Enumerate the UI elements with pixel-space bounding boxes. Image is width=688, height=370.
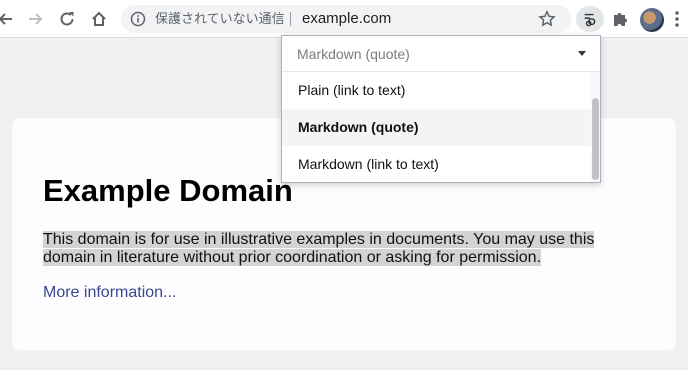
reload-icon[interactable] <box>55 7 79 31</box>
back-arrow-icon[interactable] <box>0 7 18 31</box>
page-description: This domain is for use in illustrative e… <box>43 231 623 267</box>
profile-avatar[interactable] <box>640 8 664 32</box>
forward-arrow-icon[interactable] <box>23 7 47 31</box>
bookmark-star-icon[interactable] <box>538 10 556 28</box>
page-title: Example Domain <box>43 173 293 208</box>
link-copy-extension-icon[interactable] <box>576 6 604 32</box>
caret-down-icon[interactable] <box>578 51 586 56</box>
highlighted-text: This domain is for use in illustrative e… <box>43 231 595 266</box>
option-plain-link-to-text[interactable]: Plain (link to text) <box>282 72 591 109</box>
security-status-text: 保護されていない通信 <box>155 11 285 26</box>
more-information-link[interactable]: More information... <box>43 283 176 303</box>
format-option-list: Plain (link to text) Markdown (quote) Ma… <box>282 72 591 183</box>
option-markdown-link-to-text[interactable]: Markdown (link to text) <box>282 146 591 183</box>
address-separator <box>290 12 291 26</box>
info-icon[interactable] <box>130 11 146 27</box>
format-dropdown-popup: Markdown (quote) Plain (link to text) Ma… <box>281 35 601 183</box>
option-markdown-quote[interactable]: Markdown (quote) <box>282 109 591 146</box>
extensions-puzzle-icon[interactable] <box>610 9 630 29</box>
url-text[interactable]: example.com <box>302 10 391 28</box>
dropdown-scrollbar[interactable] <box>591 72 600 182</box>
format-select-value: Markdown (quote) <box>297 46 410 62</box>
dropdown-scrollbar-thumb[interactable] <box>592 98 599 180</box>
format-select[interactable]: Markdown (quote) <box>282 36 600 72</box>
address-bar[interactable]: 保護されていない通信 example.com <box>121 5 571 33</box>
browser-toolbar: 保護されていない通信 example.com <box>0 0 688 38</box>
menu-kebab-icon[interactable] <box>672 9 682 29</box>
home-icon[interactable] <box>87 7 111 31</box>
